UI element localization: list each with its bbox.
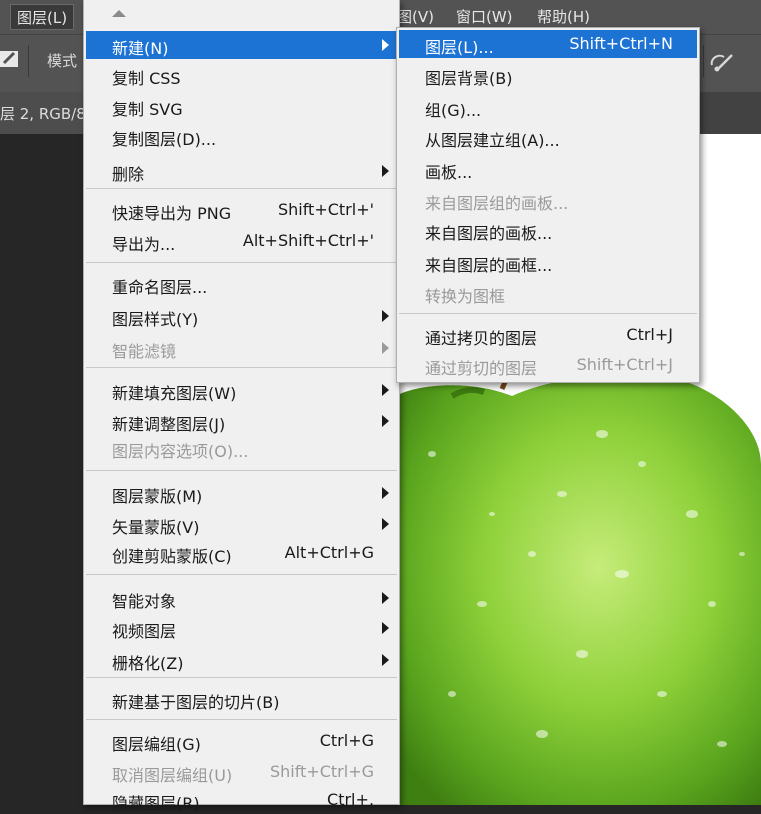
menu-item-rasterize[interactable]: 栅格化(Z) <box>86 646 397 674</box>
menu-item-duplicate-layer[interactable]: 复制图层(D)... <box>86 122 397 150</box>
submenu-arrow-icon <box>382 654 389 666</box>
menu-item-layer-content-options[interactable]: 图层内容选项(O)... <box>86 434 397 462</box>
divider <box>703 45 704 77</box>
menu-item-vector-mask[interactable]: 矢量蒙版(V) <box>86 510 397 538</box>
menu-item-create-clipping-mask[interactable]: 创建剪贴蒙版(C) Alt+Ctrl+G <box>86 539 397 567</box>
menu-item-copy-css[interactable]: 复制 CSS <box>86 61 397 89</box>
menu-item-video-layer[interactable]: 视频图层 <box>86 614 397 642</box>
submenu-item-convert-to-frame[interactable]: 转换为图框 <box>399 279 697 307</box>
submenu-item-frame-from-layers[interactable]: 来自图层的画框... <box>399 248 697 276</box>
menu-item-layer-style[interactable]: 图层样式(Y) <box>86 302 397 330</box>
menu-separator <box>86 367 397 368</box>
submenu-arrow-icon <box>382 622 389 634</box>
menu-item-rename-layer[interactable]: 重命名图层... <box>86 270 397 298</box>
menu-item-ungroup-layers[interactable]: 取消图层编组(U) Shift+Ctrl+G <box>86 758 397 786</box>
submenu-arrow-icon <box>382 384 389 396</box>
submenu-arrow-icon <box>382 342 389 354</box>
mode-label: 模式 <box>47 52 78 70</box>
menu-item-new-adjustment-layer[interactable]: 新建调整图层(J) <box>86 407 397 435</box>
new-submenu: 图层(L)... Shift+Ctrl+N 图层背景(B) 组(G)... 从图… <box>396 27 700 383</box>
document-tab[interactable]: 层 2, RGB/8 <box>0 92 86 134</box>
pressure-brush-icon[interactable] <box>708 51 738 73</box>
menu-separator <box>86 719 397 720</box>
menu-separator <box>86 574 397 575</box>
submenu-item-artboard[interactable]: 画板... <box>399 155 697 183</box>
scroll-up-arrow-icon[interactable] <box>112 10 126 17</box>
menu-separator <box>399 313 697 314</box>
submenu-arrow-icon <box>382 487 389 499</box>
menu-item-copy-svg[interactable]: 复制 SVG <box>86 92 397 120</box>
menu-separator <box>86 677 397 678</box>
submenu-item-layer-via-cut[interactable]: 通过剪切的图层 Shift+Ctrl+J <box>399 351 697 379</box>
menu-item-smart-object[interactable]: 智能对象 <box>86 584 397 612</box>
menu-layer[interactable]: 图层(L) <box>10 4 75 30</box>
menu-item-group-layers[interactable]: 图层编组(G) Ctrl+G <box>86 727 397 755</box>
submenu-item-layer-background[interactable]: 图层背景(B) <box>399 61 697 89</box>
divider <box>28 45 29 77</box>
menu-separator <box>86 470 397 471</box>
submenu-item-group[interactable]: 组(G)... <box>399 93 697 121</box>
submenu-arrow-icon <box>382 518 389 530</box>
menu-item-quick-export-png[interactable]: 快速导出为 PNG Shift+Ctrl+' <box>86 196 397 224</box>
menu-item-layer-mask[interactable]: 图层蒙版(M) <box>86 479 397 507</box>
menu-item-smart-filter[interactable]: 智能滤镜 <box>86 334 397 362</box>
submenu-item-artboard-from-layers[interactable]: 来自图层的画板... <box>399 216 697 244</box>
menu-separator <box>86 262 397 263</box>
submenu-arrow-icon <box>382 310 389 322</box>
menu-item-new[interactable]: 新建(N) <box>86 31 397 59</box>
submenu-arrow-icon <box>382 592 389 604</box>
menu-item-hide-layers[interactable]: 隐藏图层(R) Ctrl+, <box>86 786 397 814</box>
menu-item-export-as[interactable]: 导出为... Alt+Shift+Ctrl+' <box>86 227 397 255</box>
submenu-arrow-icon <box>382 39 389 51</box>
brush-tool-icon[interactable] <box>0 45 22 71</box>
menu-item-new-fill-layer[interactable]: 新建填充图层(W) <box>86 376 397 404</box>
menu-item-delete[interactable]: 删除 <box>86 157 397 185</box>
document-title: 层 2, RGB/8 <box>0 105 86 123</box>
layer-menu: 新建(N) 复制 CSS 复制 SVG 复制图层(D)... 删除 快速导出为 … <box>83 0 400 813</box>
submenu-arrow-icon <box>382 415 389 427</box>
submenu-arrow-icon <box>382 165 389 177</box>
submenu-item-new-layer[interactable]: 图层(L)... Shift+Ctrl+N <box>399 30 697 58</box>
submenu-item-group-from-layers[interactable]: 从图层建立组(A)... <box>399 123 697 151</box>
submenu-item-artboard-from-group[interactable]: 来自图层组的画板... <box>399 186 697 214</box>
menu-item-new-layer-based-slice[interactable]: 新建基于图层的切片(B) <box>86 685 397 713</box>
menu-separator <box>86 188 397 189</box>
submenu-item-layer-via-copy[interactable]: 通过拷贝的图层 Ctrl+J <box>399 321 697 349</box>
